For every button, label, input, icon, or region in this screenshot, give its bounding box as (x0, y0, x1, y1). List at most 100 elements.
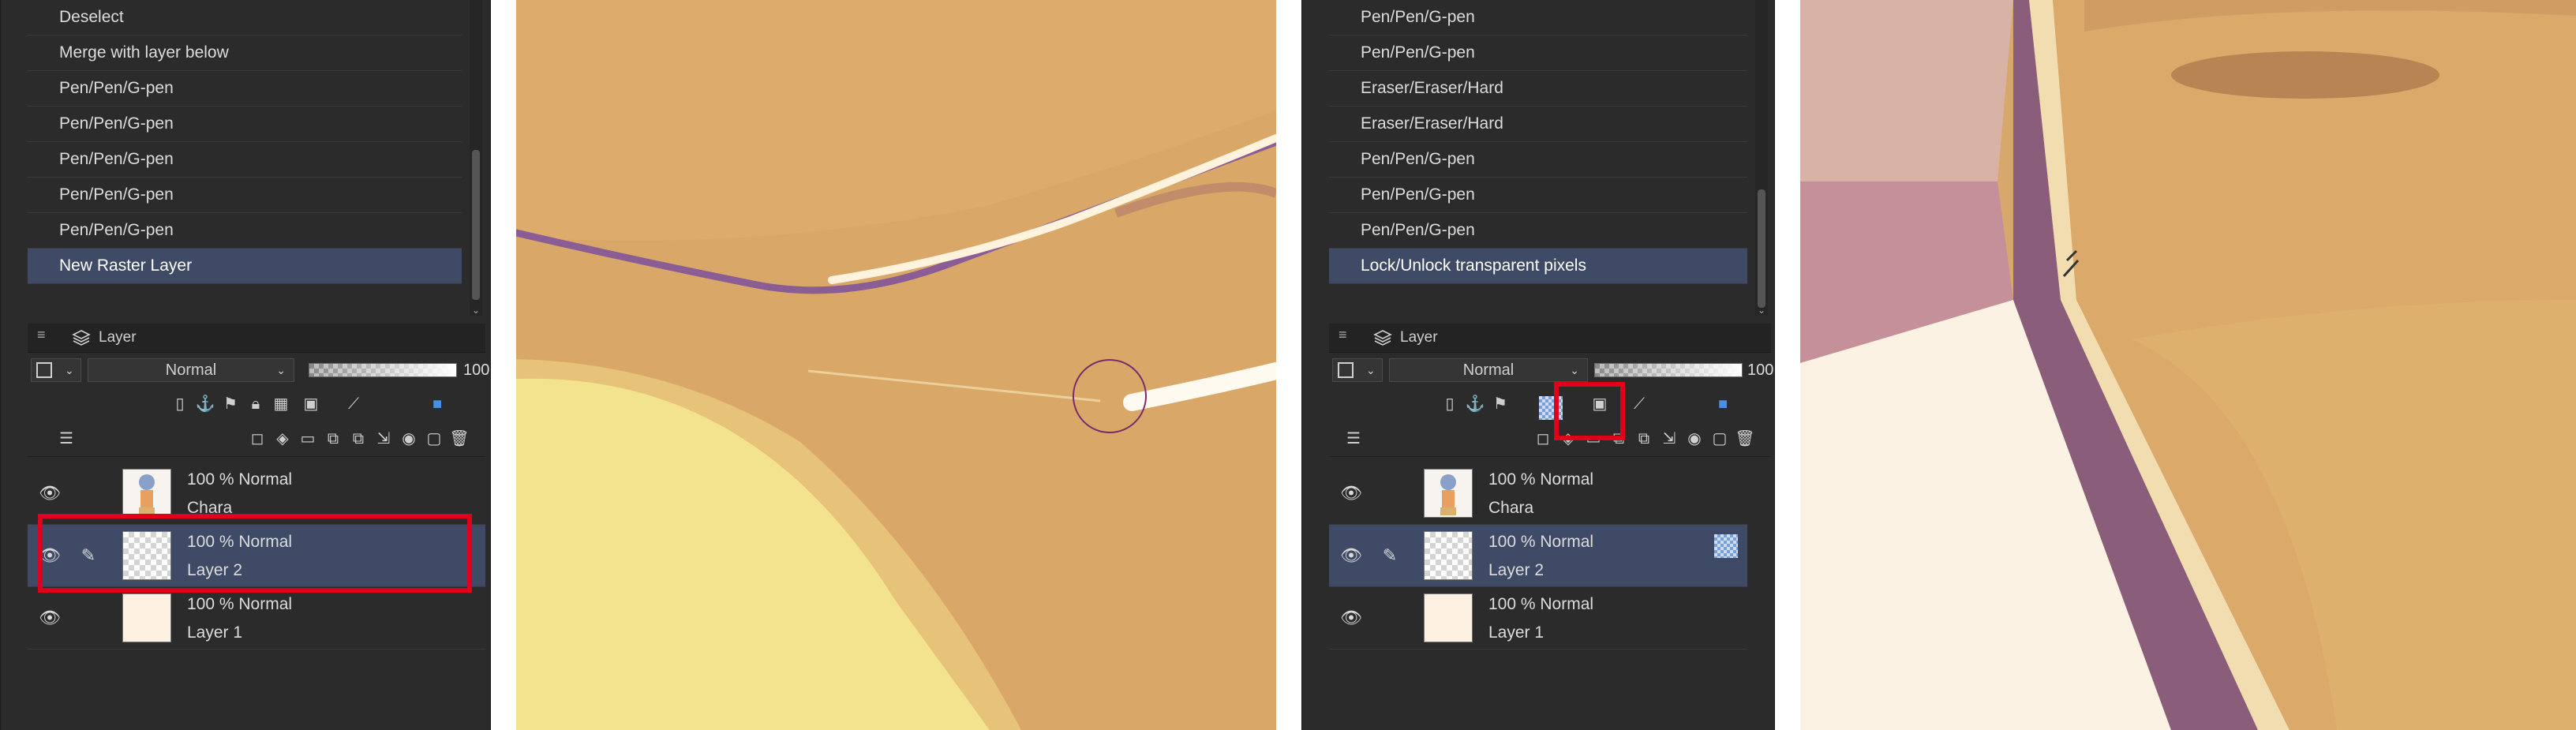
tab-layer-label: Layer (99, 329, 137, 346)
scroll-down-icon[interactable]: ⌄ (1756, 305, 1767, 316)
opacity-slider[interactable] (1594, 363, 1743, 377)
chevron-down-icon: ⌄ (65, 364, 74, 376)
new-raster-layer-icon[interactable]: ◻ (247, 429, 268, 449)
new-vector-layer-icon[interactable]: ◈ (272, 429, 293, 449)
layer-thumbnail[interactable] (122, 469, 171, 518)
panel-toggle-icon[interactable]: ☰ (1343, 429, 1364, 449)
ruler-icon[interactable]: ⟋ (343, 394, 364, 414)
history-item[interactable]: Eraser/Eraser/Hard (1329, 107, 1747, 142)
canvas-view-zoom[interactable] (1800, 0, 2576, 730)
transfer-icon[interactable]: ⇲ (373, 429, 394, 449)
history-scrollbar[interactable]: ⌄ (470, 0, 482, 316)
layer-property-row: ⌄ Normal ⌄ 100 (1329, 354, 1773, 387)
eye-icon[interactable]: 👁︎ (39, 483, 61, 504)
new-raster-layer-icon[interactable]: ◻ (1533, 429, 1553, 449)
opacity-value[interactable]: 100 (463, 358, 489, 382)
panel-toggle-icon[interactable]: ☰ (56, 429, 77, 449)
ruler-add-icon[interactable]: ▢ (424, 429, 444, 449)
clip-icon[interactable]: ▯ (1440, 394, 1460, 414)
canvas-view-brush[interactable] (516, 0, 1276, 730)
delete-layer-icon[interactable]: 🗑︎ (449, 429, 470, 449)
eye-icon[interactable]: 👁︎ (1340, 608, 1362, 628)
blend-mode-select[interactable]: Normal ⌄ (88, 358, 294, 382)
tab-layer-label: Layer (1400, 329, 1438, 346)
history-item[interactable]: Pen/Pen/G-pen (28, 213, 462, 249)
blend-mode-select[interactable]: Normal ⌄ (1389, 358, 1588, 382)
draft-icon[interactable]: ⚑ (1490, 394, 1511, 414)
history-item[interactable]: Pen/Pen/G-pen (1329, 0, 1747, 36)
layer-thumbnail[interactable] (122, 593, 171, 642)
layer-lock-row: ▯ ⚓ ⚑ 🔒︎ ▦ ▣ ⟋ ■ (28, 387, 485, 421)
layer-action-row: ☰ ◻ ◈ ▭ ⧉ ⧉ ⇲ ◉ ▢ 🗑︎ (1329, 421, 1771, 457)
merge-icon[interactable]: ⧉ (1634, 429, 1654, 449)
reference-icon[interactable]: ⚓ (195, 394, 215, 414)
canvas-artwork-zoomed (1800, 0, 2576, 730)
layer-list: 👁︎ 100 % Normal Chara 👁︎ ✎ 100 % Normal Layer … (1329, 462, 1747, 650)
highlight-box-layer2 (38, 514, 472, 593)
layer-name: Layer 1 (1488, 623, 1544, 642)
history-item[interactable]: Pen/Pen/G-pen (28, 178, 462, 213)
mask-add-icon[interactable]: ◉ (1684, 429, 1705, 449)
layer-color-swatch[interactable]: ⌄ (31, 358, 81, 382)
layer-blend-info: 100 % Normal (1488, 595, 1594, 613)
tab-layer[interactable]: Layer (1368, 324, 1438, 352)
pen-icon[interactable]: ✎ (1380, 545, 1400, 566)
clip-icon[interactable]: ▯ (170, 394, 190, 414)
color-icon[interactable]: ■ (427, 394, 447, 414)
new-folder-icon[interactable]: ▭ (298, 429, 318, 449)
delete-layer-icon[interactable]: 🗑︎ (1735, 429, 1755, 449)
layer-thumbnail[interactable] (1424, 593, 1473, 642)
layer-row[interactable]: 👁︎ 100 % Normal Chara (1329, 462, 1747, 525)
draft-icon[interactable]: ⚑ (220, 394, 241, 414)
history-scrollbar[interactable]: ⌄ (1755, 0, 1768, 316)
lock-icon[interactable]: 🔒︎ (245, 394, 266, 414)
history-item[interactable]: Pen/Pen/G-pen (1329, 178, 1747, 213)
history-item[interactable]: Merge with layer below (28, 36, 462, 71)
eye-icon[interactable]: 👁︎ (39, 608, 61, 628)
character-thumbnail-icon (1440, 474, 1456, 515)
scrollbar-thumb[interactable] (1758, 189, 1765, 308)
history-item[interactable]: Pen/Pen/G-pen (1329, 142, 1747, 178)
history-item[interactable]: Eraser/Eraser/Hard (1329, 71, 1747, 107)
layer-color-swatch[interactable]: ⌄ (1332, 358, 1383, 382)
history-item[interactable]: Lock/Unlock transparent pixels (1329, 249, 1747, 284)
scroll-down-icon[interactable]: ⌄ (470, 305, 481, 316)
ruler-icon[interactable]: ⟋ (1629, 394, 1649, 414)
history-item[interactable]: New Raster Layer (28, 249, 462, 284)
panel-menu-icon[interactable]: ≡ (1339, 327, 1347, 343)
color-icon[interactable]: ■ (1713, 394, 1733, 414)
history-item[interactable]: Pen/Pen/G-pen (28, 107, 462, 142)
lock-transparent-icon[interactable]: ▦ (271, 394, 291, 414)
layer-row[interactable]: 👁︎ 100 % Normal Layer 1 (28, 587, 485, 650)
panel-menu-icon[interactable]: ≡ (37, 327, 46, 343)
scrollbar-thumb[interactable] (472, 150, 480, 300)
transfer-icon[interactable]: ⇲ (1659, 429, 1679, 449)
blend-mode-value: Normal (1462, 361, 1515, 379)
history-item[interactable]: Pen/Pen/G-pen (1329, 36, 1747, 71)
character-thumbnail-icon (139, 474, 155, 515)
layer-thumbnail[interactable] (1424, 469, 1473, 518)
eye-icon[interactable]: 👁︎ (1340, 545, 1362, 566)
square-icon (1338, 362, 1354, 378)
mask-icon[interactable]: ▣ (301, 394, 321, 414)
layer-blend-info: 100 % Normal (1488, 470, 1594, 489)
layer-action-row: ☰ ◻ ◈ ▭ ⧉ ⧉ ⇲ ◉ ▢ 🗑︎ (28, 421, 485, 457)
opacity-slider[interactable] (309, 363, 457, 377)
layer-row[interactable]: 👁︎ ✎ 100 % Normal Layer 2 (1329, 525, 1747, 587)
lock-transparent-icon (1714, 534, 1738, 558)
history-item[interactable]: Pen/Pen/G-pen (28, 71, 462, 107)
eye-icon[interactable]: 👁︎ (1340, 483, 1362, 504)
layer-thumbnail[interactable] (1424, 531, 1473, 580)
tab-layer[interactable]: Layer (67, 324, 137, 352)
history-item[interactable]: Pen/Pen/G-pen (28, 142, 462, 178)
ruler-add-icon[interactable]: ▢ (1709, 429, 1730, 449)
history-item[interactable]: Pen/Pen/G-pen (1329, 213, 1747, 249)
layer-row[interactable]: 👁︎ 100 % Normal Layer 1 (1329, 587, 1747, 650)
merge-icon[interactable]: ⧉ (348, 429, 369, 449)
history-item[interactable]: Deselect (28, 0, 462, 36)
layer-panel-left: Deselect Merge with layer below Pen/Pen/G-… (0, 0, 491, 730)
copy-layer-icon[interactable]: ⧉ (323, 429, 343, 449)
mask-add-icon[interactable]: ◉ (399, 429, 419, 449)
opacity-value[interactable]: 100 (1747, 358, 1773, 382)
reference-icon[interactable]: ⚓ (1465, 394, 1485, 414)
